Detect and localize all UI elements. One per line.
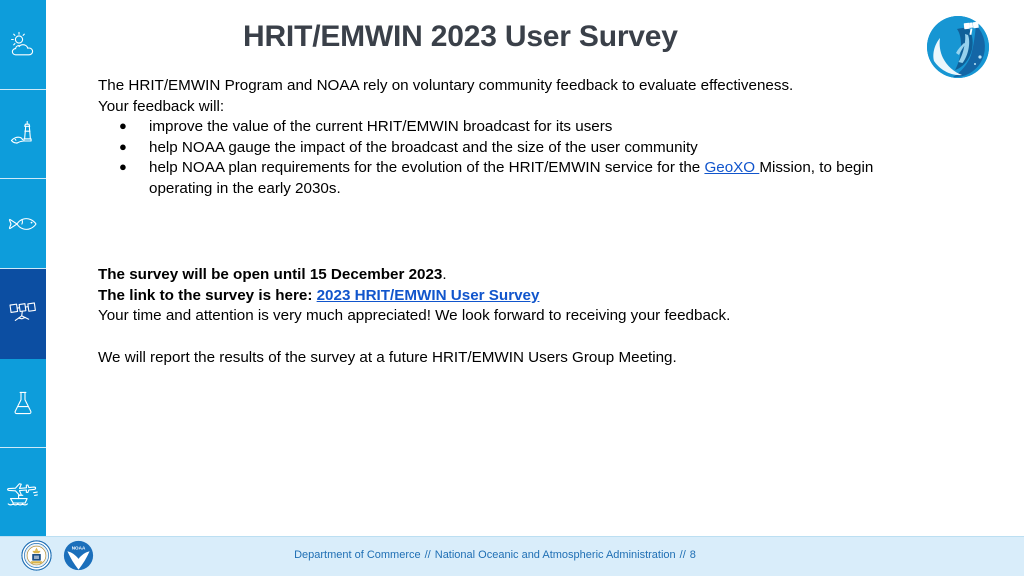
noaa-satellite-globe-logo: [924, 13, 992, 81]
footer-page-number: 8: [689, 549, 696, 561]
footer-bar: NOAA Department of Commerce//National Oc…: [0, 536, 1024, 576]
footer-credit-line: Department of Commerce//National Oceanic…: [0, 549, 1024, 561]
footer-separator-2: //: [679, 549, 686, 561]
list-item: improve the value of the current HRIT/EM…: [98, 116, 988, 138]
survey-deadline-bold: The survey will be open until 15 Decembe…: [98, 266, 443, 284]
survey-deadline-line: The survey will be open until 15 Decembe…: [98, 265, 988, 286]
list-item: help NOAA gauge the impact of the broadc…: [98, 137, 988, 159]
sidebar-item-research[interactable]: [0, 359, 46, 449]
sidebar-item-marine-operations[interactable]: [0, 448, 46, 537]
aircraft-ship-marine-operations-icon: [6, 479, 40, 507]
survey-link-line: The link to the survey is here: 2023 HRI…: [98, 286, 988, 307]
weather-sun-cloud-icon: [8, 31, 38, 57]
thanks-line: Your time and attention is very much app…: [98, 307, 731, 325]
footer-agency: National Oceanic and Atmospheric Adminis…: [434, 549, 676, 561]
slide-body: The HRIT/EMWIN Program and NOAA rely on …: [98, 76, 988, 368]
sidebar-item-fisheries[interactable]: [0, 179, 46, 270]
footer-separator-1: //: [424, 549, 431, 561]
intro-line-2: Your feedback will:: [98, 97, 225, 115]
sidebar-item-coasts[interactable]: [0, 90, 46, 180]
footer-department: Department of Commerce: [294, 549, 421, 561]
list-item: help NOAA plan requirements for the evol…: [98, 157, 988, 199]
satellite-icon: [7, 300, 39, 326]
fish-fisheries-icon: [7, 214, 39, 234]
survey-deadline-period: .: [442, 266, 447, 284]
sidebar-item-satellites[interactable]: [0, 269, 46, 359]
bullet-text-3-prefix: help NOAA plan requirements for the evol…: [149, 159, 705, 177]
survey-link-lead: The link to the survey is here:: [98, 286, 317, 304]
bullet-text-2: help NOAA gauge the impact of the broadc…: [149, 138, 698, 156]
survey-link[interactable]: 2023 HRIT/EMWIN User Survey: [317, 287, 540, 304]
bullet-text-1: improve the value of the current HRIT/EM…: [149, 118, 613, 136]
bullet-text-3-wrap: operating in the early 2030s.: [149, 179, 341, 197]
lighthouse-coasts-icon: [8, 120, 38, 148]
sidebar-icon-rail: [0, 0, 46, 537]
page-title: HRIT/EMWIN 2023 User Survey: [243, 20, 678, 53]
sidebar-item-weather[interactable]: [0, 0, 46, 90]
report-line: We will report the results of the survey…: [98, 348, 677, 366]
geoxo-link[interactable]: GeoXO: [704, 159, 759, 176]
bullet-text-3-suffix: Mission, to begin: [759, 159, 874, 177]
flask-research-icon: [11, 390, 35, 416]
feedback-bullet-list: improve the value of the current HRIT/EM…: [98, 116, 988, 199]
intro-line-1: The HRIT/EMWIN Program and NOAA rely on …: [98, 77, 794, 94]
